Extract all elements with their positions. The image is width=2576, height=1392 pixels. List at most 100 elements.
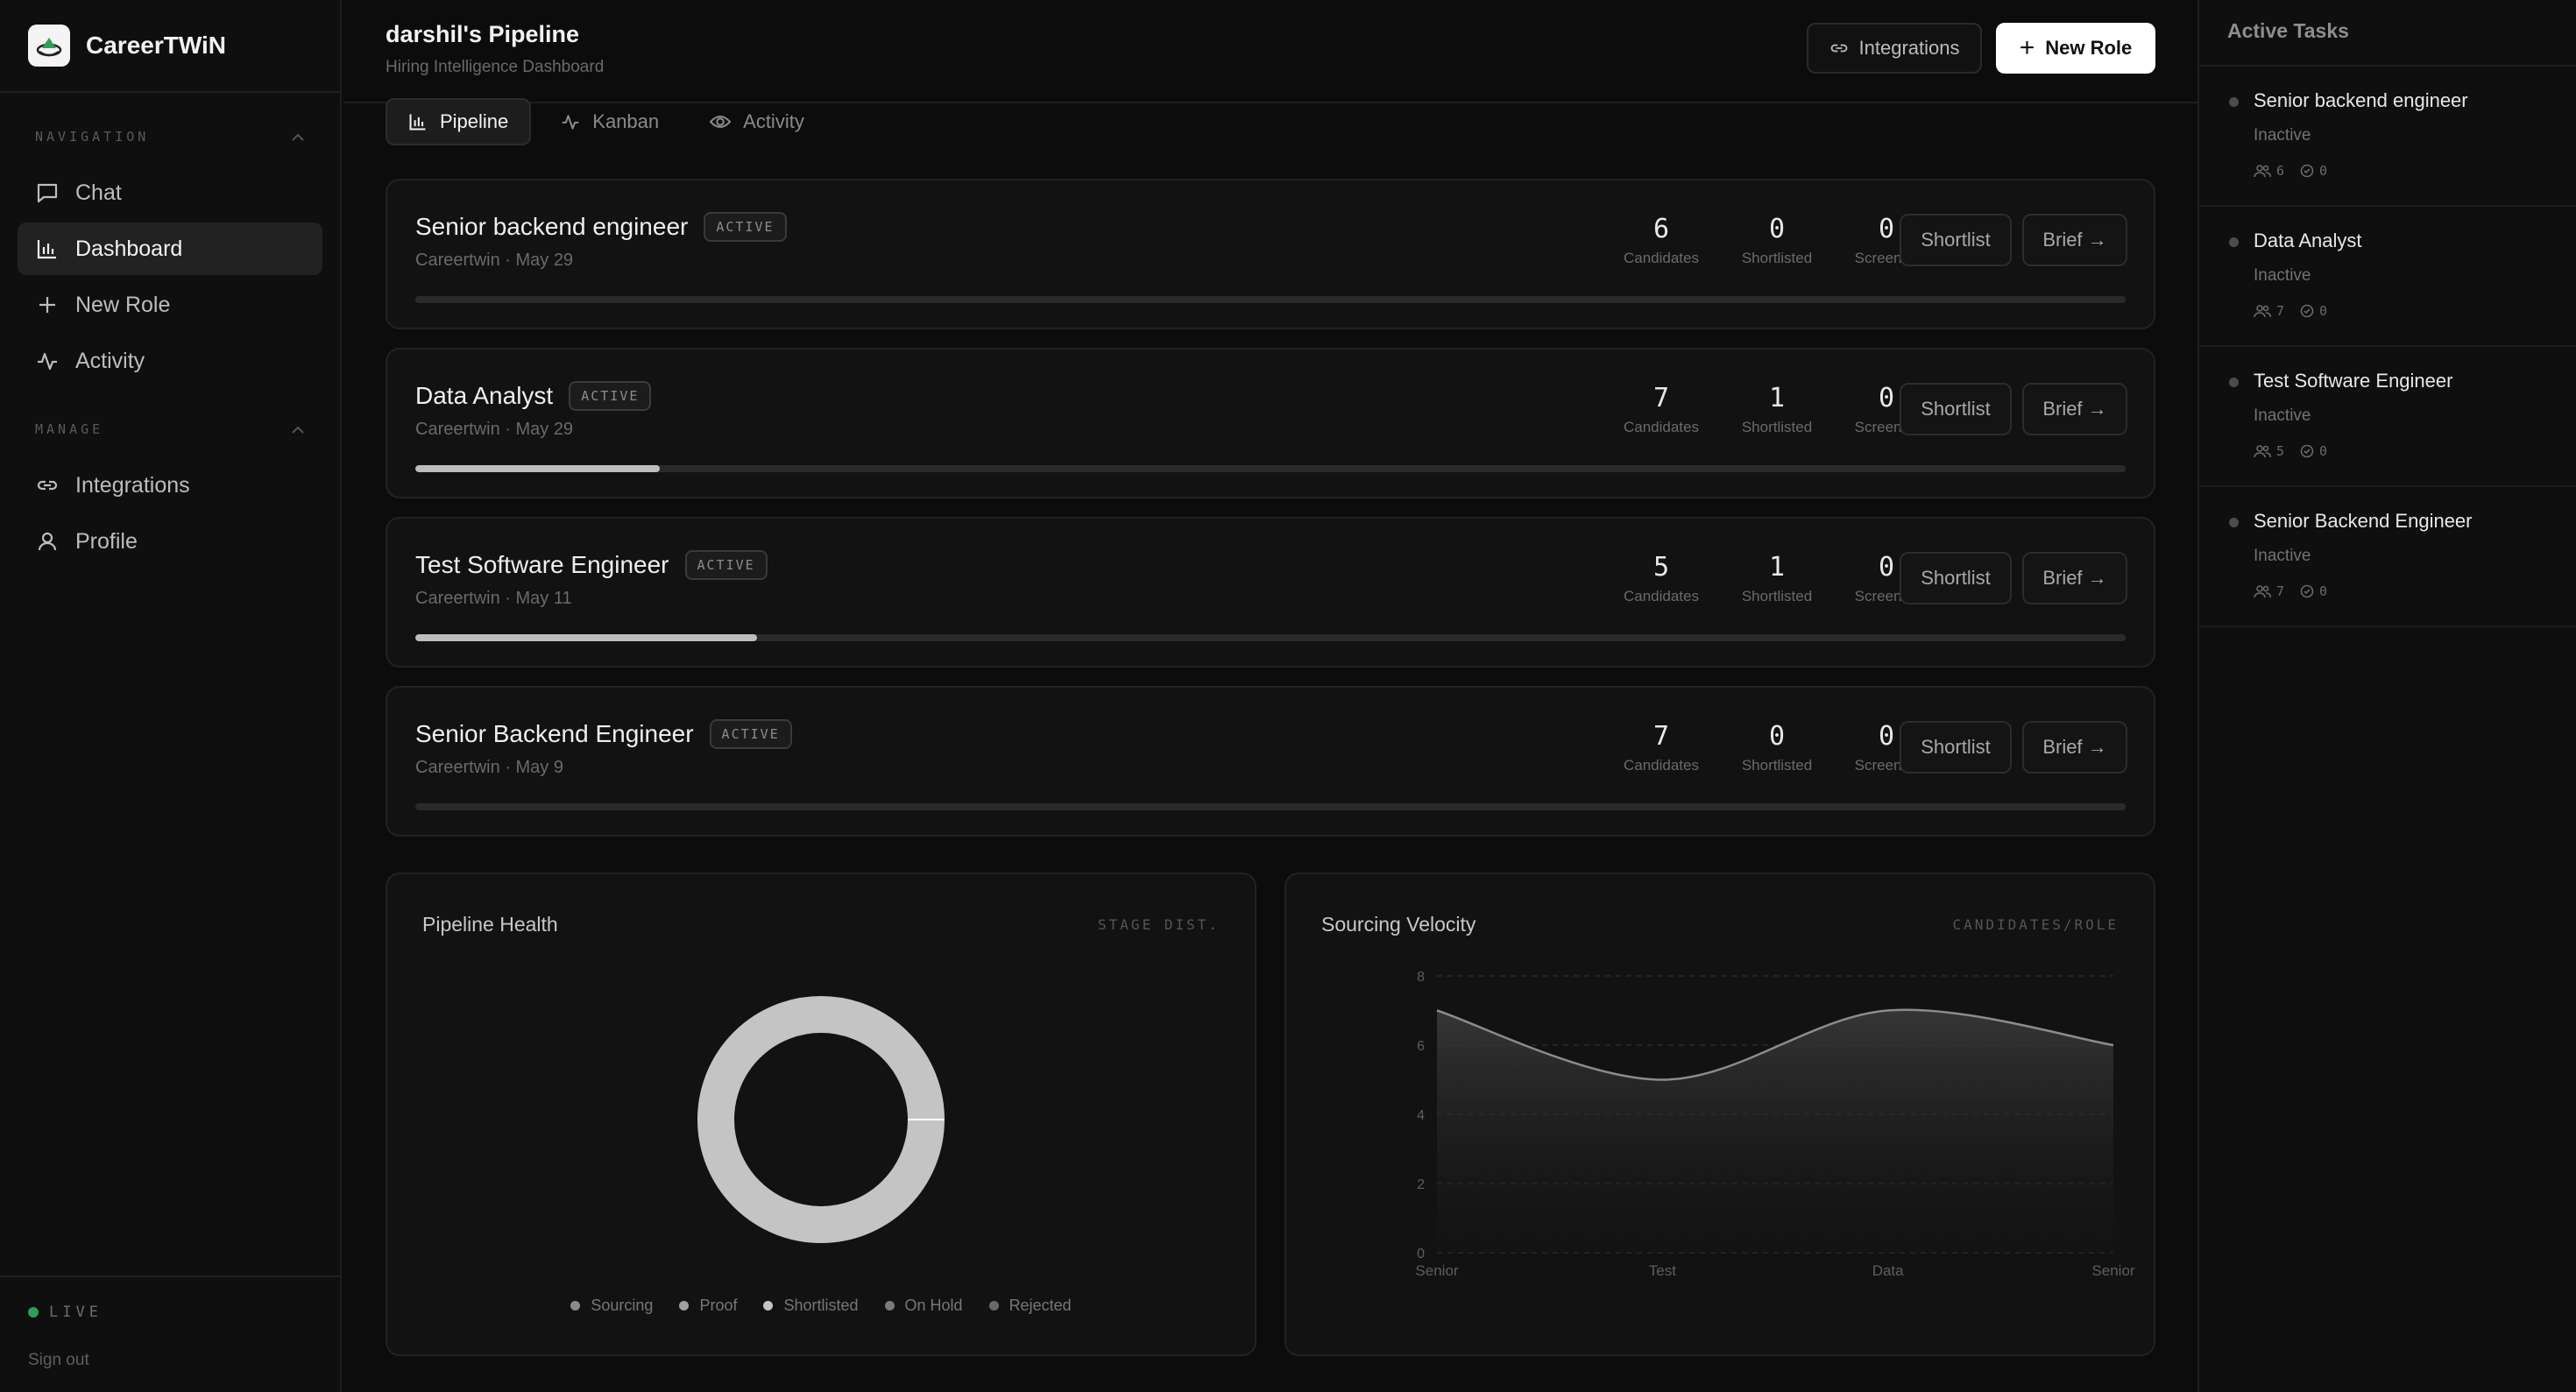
task-name: Senior backend engineer [2254,89,2468,111]
task-item[interactable]: Data Analyst Inactive 7 0 [2199,207,2576,347]
candidates-stat: 6 Candidates [1609,214,1714,267]
legend-item: On Hold [884,1297,963,1315]
new-role-label: New Role [2045,37,2133,59]
sidebar-item-label: Profile [75,528,138,554]
bar-chart-icon [408,112,428,131]
chat-icon [35,180,60,205]
shortlisted-stat: 1 Shortlisted [1724,552,1829,605]
role-title: Senior backend engineer ACTIVE [415,212,787,242]
view-tabs: Pipeline Kanban Activity [386,98,834,145]
sign-out-link[interactable]: Sign out [28,1351,312,1370]
role-name: Test Software Engineer [415,551,669,578]
task-done: 0 [2319,303,2328,319]
donut-slice[interactable] [697,996,945,1243]
sidebar: CareerTWiN NAVIGATION Chat Dashboard New… [0,0,342,1392]
status-dot-icon [2229,237,2239,247]
role-name: Data Analyst [415,382,554,409]
sidebar-item-activity[interactable]: Activity [18,335,322,387]
role-card[interactable]: Senior Backend Engineer ACTIVE Careertwi… [386,686,2155,837]
progress-bar [415,634,2126,641]
status-badge: ACTIVE [709,719,792,749]
sidebar-item-integrations[interactable]: Integrations [18,459,322,512]
legend-label: On Hold [904,1297,963,1314]
tab-kanban[interactable]: Kanban [540,98,680,145]
chart-legend: Sourcing Proof Shortlisted On Hold Rejected [387,1297,1255,1315]
shortlist-button[interactable]: Shortlist [1900,552,2012,604]
tab-label: Pipeline [440,110,509,132]
brief-button[interactable]: Brief → [2022,552,2127,604]
manage-section-header[interactable]: MANAGE [0,412,340,447]
tab-activity[interactable]: Activity [689,98,825,145]
legend-dot-icon [988,1301,999,1311]
task-name: Senior Backend Engineer [2254,510,2473,532]
sidebar-item-profile[interactable]: Profile [18,515,322,568]
new-role-button[interactable]: + New Role [1996,23,2155,74]
shortlisted-stat: 0 Shortlisted [1724,721,1829,774]
shortlist-button[interactable]: Shortlist [1900,383,2012,435]
pipeline-health-panel: Pipeline Health STAGE DIST. Sourcing Proo… [386,873,1256,1356]
task-item[interactable]: Senior backend engineer Inactive 6 0 [2199,67,2576,207]
shortlist-button[interactable]: Shortlist [1900,214,2012,266]
sourcing-velocity-panel: Sourcing Velocity CANDIDATES/ROLE 0 2 4 6 8 S… [1284,873,2155,1356]
y-tick-label: 2 [1417,1177,1425,1192]
integrations-button[interactable]: Integrations [1807,23,1982,74]
role-name: Senior backend engineer [415,213,689,240]
main-content: darshil's Pipeline Hiring Intelligence D… [343,0,2197,1392]
active-tasks-title: Active Tasks [2199,0,2576,67]
plus-icon [35,293,60,317]
sidebar-item-dashboard[interactable]: Dashboard [18,223,322,275]
shortlisted-stat: 0 Shortlisted [1724,214,1829,267]
brief-button[interactable]: Brief → [2022,214,2127,266]
stat-label: Shortlisted [1741,250,1813,266]
chevron-up-icon [291,421,305,438]
sidebar-item-chat[interactable]: Chat [18,166,322,219]
brief-button[interactable]: Brief → [2022,721,2127,774]
role-card[interactable]: Test Software Engineer ACTIVE Careertwin… [386,517,2155,668]
task-done: 0 [2319,163,2328,179]
section-label: MANAGE [35,421,104,437]
task-stats: 70 [2254,583,2327,599]
progress-fill [415,634,758,641]
status-badge: ACTIVE [684,550,768,580]
progress-bar [415,803,2126,810]
brand-name: CareerTWiN [86,32,227,59]
task-name: Data Analyst [2254,230,2362,251]
brand-logo [28,25,70,67]
page-title: darshil's Pipeline [386,21,579,47]
brand[interactable]: CareerTWiN [0,0,340,93]
page-subtitle: Hiring Intelligence Dashboard [386,58,605,76]
x-tick-label: Senior [1415,1262,1458,1279]
stat-value: 0 [1768,721,1786,752]
role-meta: Careertwin · May 9 [415,758,563,777]
legend-dot-icon [570,1301,581,1311]
role-card[interactable]: Senior backend engineer ACTIVE Careertwi… [386,179,2155,329]
role-meta: Careertwin · May 11 [415,589,572,608]
nav-section-header[interactable]: NAVIGATION [0,119,340,154]
task-item[interactable]: Test Software Engineer Inactive 5 0 [2199,347,2576,487]
tab-pipeline[interactable]: Pipeline [386,98,532,145]
role-card[interactable]: Data Analyst ACTIVE Careertwin · May 29 … [386,348,2155,498]
legend-item: Rejected [988,1297,1072,1315]
panel-title: Sourcing Velocity [1321,913,1476,936]
progress-fill [415,465,661,472]
sidebar-item-new-role[interactable]: New Role [18,279,322,331]
live-label: LIVE [49,1304,103,1321]
link-icon [35,473,60,498]
status-dot-icon [2229,97,2239,107]
task-candidates: 6 [2276,163,2285,179]
task-stats: 50 [2254,443,2327,459]
task-name: Test Software Engineer [2254,370,2453,392]
stat-label: Shortlisted [1741,757,1813,774]
legend-item: Proof [679,1297,737,1315]
stat-label: Candidates [1623,419,1699,435]
candidates-stat: 7 Candidates [1609,721,1714,774]
task-candidates: 7 [2276,303,2285,319]
check-circle-icon [2300,304,2314,318]
brief-button[interactable]: Brief → [2022,383,2127,435]
x-tick-label: Data [1872,1262,1904,1279]
shortlist-button[interactable]: Shortlist [1900,721,2012,774]
task-item[interactable]: Senior Backend Engineer Inactive 7 0 [2199,487,2576,627]
legend-label: Sourcing [591,1297,654,1314]
status-badge: ACTIVE [704,212,787,242]
progress-bar [415,465,2126,472]
